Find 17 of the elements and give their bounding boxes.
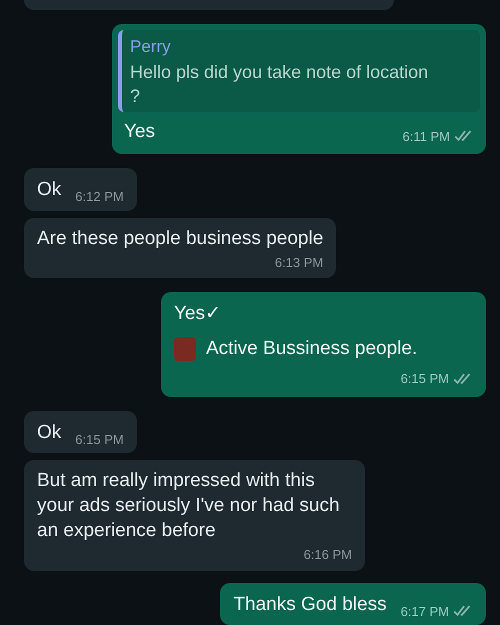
message-time: 6:15 PM bbox=[400, 370, 449, 388]
message-time: 6:11 PM bbox=[402, 128, 450, 146]
message-text: Active Bussiness people. bbox=[206, 336, 418, 360]
message-time: 6:16 PM bbox=[304, 546, 352, 564]
message-text: But am really impressed with this your ads seriously I've nor had such an experience before bbox=[37, 469, 341, 543]
quote-author: Perry bbox=[130, 36, 172, 58]
message-text: Yes bbox=[124, 120, 155, 144]
message-time: 6:17 PM bbox=[400, 602, 449, 620]
message-text: Are these people business people bbox=[37, 226, 324, 250]
message-text: Ok bbox=[37, 420, 62, 444]
message-time: 6:12 PM bbox=[75, 188, 124, 206]
quote-text: Hello pls did you take note of location ? bbox=[130, 60, 430, 108]
message-text: Yes✓ bbox=[174, 302, 222, 326]
message-text: Thanks God bless bbox=[233, 592, 387, 616]
message-time: 6:13 PM bbox=[274, 254, 324, 272]
message-time: 6:15 PM bbox=[75, 430, 124, 448]
message-text: Ok bbox=[37, 178, 62, 202]
